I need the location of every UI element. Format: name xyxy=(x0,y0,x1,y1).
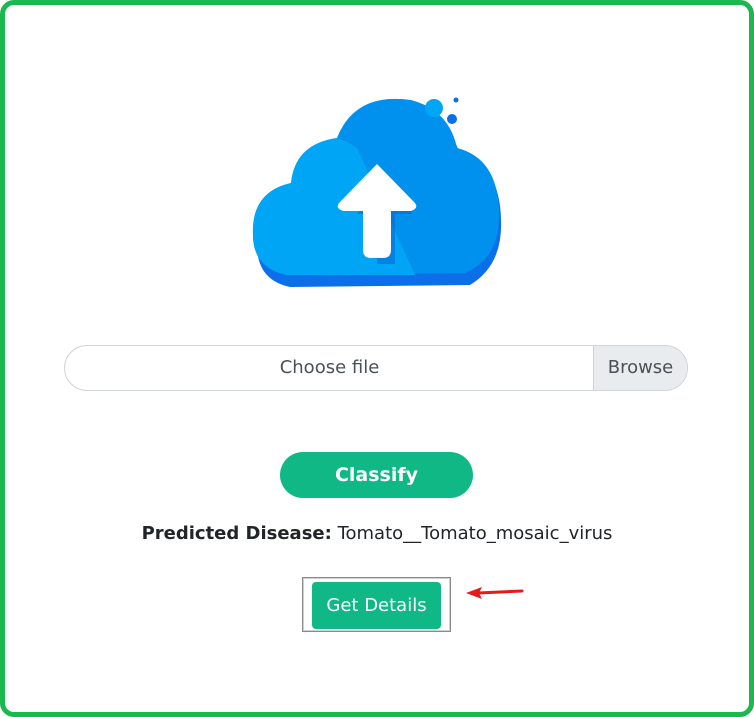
file-input-label[interactable]: Choose file xyxy=(65,346,594,390)
file-input[interactable]: Choose file Browse xyxy=(64,345,688,391)
get-details-button[interactable]: Get Details xyxy=(312,582,441,629)
bubble-small xyxy=(453,97,459,103)
classify-button[interactable]: Classify xyxy=(280,452,473,498)
bubble-medium xyxy=(447,114,457,124)
prediction-result: Predicted Disease: Tomato__Tomato_mosaic… xyxy=(0,521,754,547)
prediction-value: Tomato__Tomato_mosaic_virus xyxy=(337,523,613,544)
browse-button[interactable]: Browse xyxy=(593,346,687,390)
cloud-upload-icon[interactable] xyxy=(245,90,507,290)
prediction-label: Predicted Disease: xyxy=(141,523,332,544)
details-highlight-box: Get Details xyxy=(302,577,451,632)
red-arrow-icon xyxy=(466,587,524,599)
bubble-large xyxy=(425,99,443,117)
